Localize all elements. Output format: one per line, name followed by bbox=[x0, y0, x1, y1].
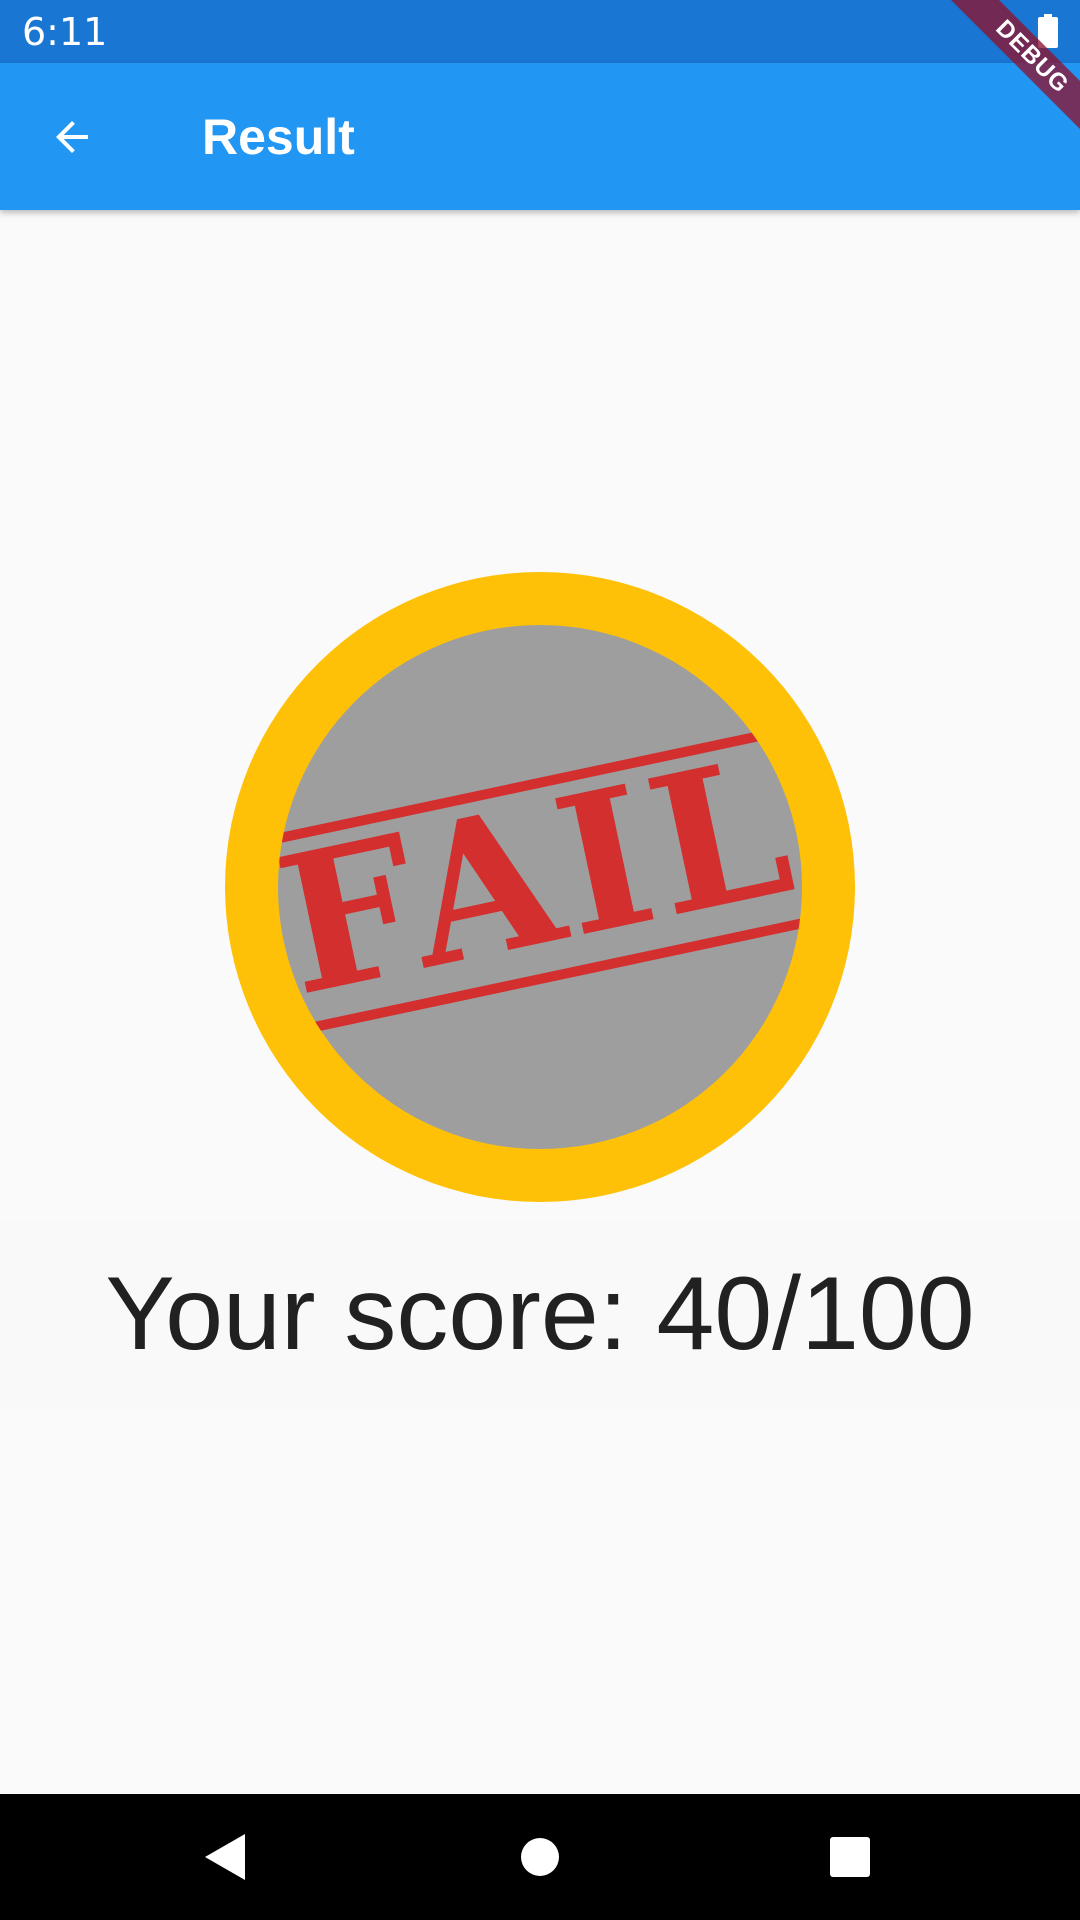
nav-home-button[interactable] bbox=[500, 1817, 580, 1897]
nav-back-icon bbox=[205, 1834, 245, 1880]
score-text: Your score: 40/100 bbox=[105, 1256, 975, 1372]
nav-recents-icon bbox=[830, 1837, 870, 1877]
page-title: Result bbox=[202, 109, 355, 165]
arrow-back-icon bbox=[56, 121, 88, 153]
fail-badge: FAIL bbox=[225, 572, 855, 1202]
status-bar: 6:11 bbox=[0, 0, 1080, 63]
app-bar: Result bbox=[0, 63, 1080, 210]
status-time: 6:11 bbox=[22, 10, 108, 54]
nav-back-button[interactable] bbox=[185, 1817, 265, 1897]
back-button[interactable] bbox=[24, 89, 120, 185]
result-screen: 6:11 DEBUG Result FAIL Your score: 40/10… bbox=[0, 0, 1080, 1920]
system-nav-bar bbox=[0, 1794, 1080, 1920]
nav-home-icon bbox=[521, 1838, 559, 1876]
nav-recents-button[interactable] bbox=[810, 1817, 890, 1897]
